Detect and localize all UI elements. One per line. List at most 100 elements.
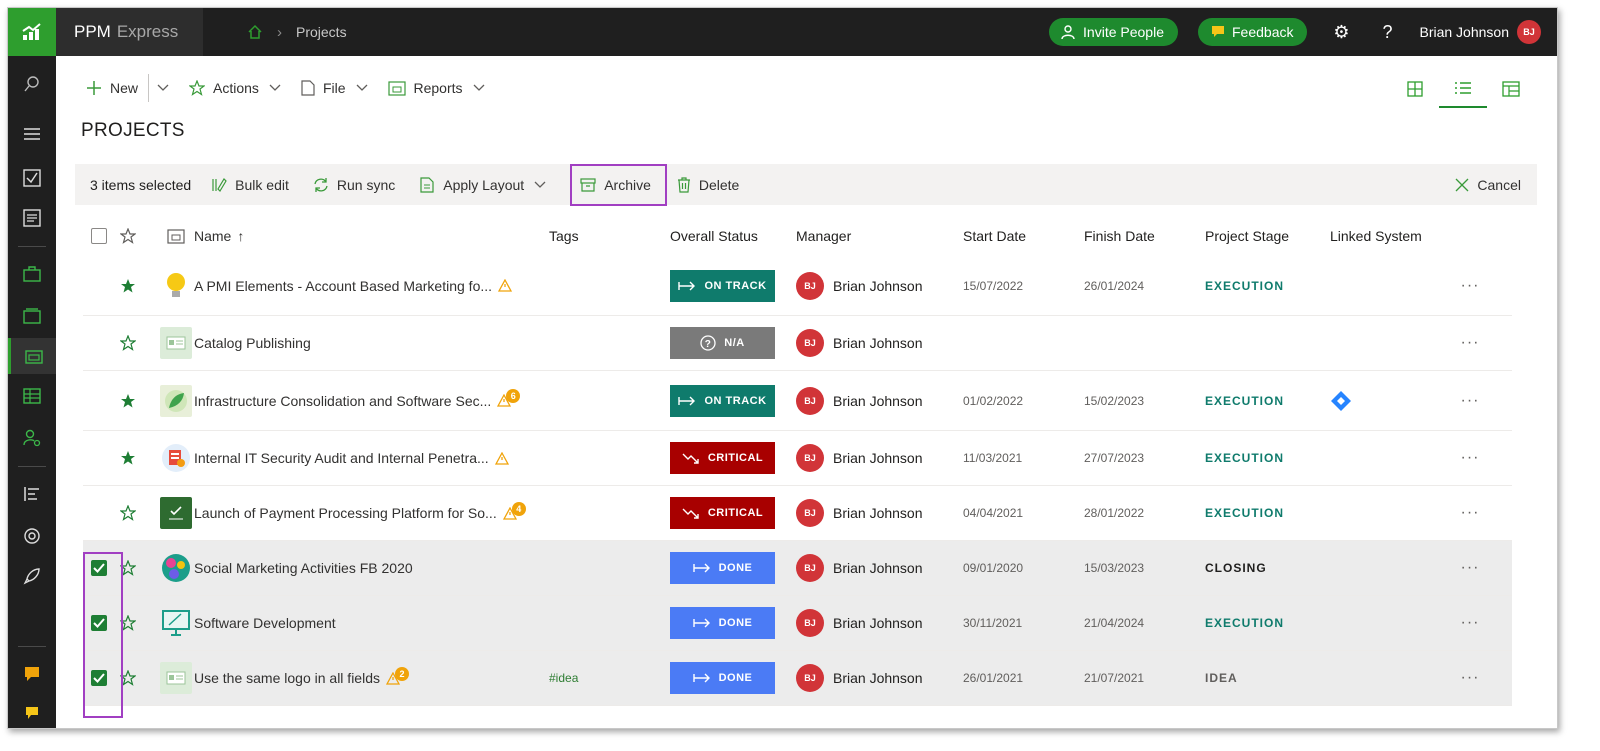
project-tag-link[interactable]: #idea <box>549 671 670 685</box>
chat-feedback-icon[interactable] <box>8 656 56 692</box>
portfolio-briefcase-icon[interactable] <box>8 256 56 292</box>
warning-icon[interactable]: 2 <box>386 666 409 685</box>
start-date: 09/01/2020 <box>963 561 1024 575</box>
favorite-star-filled-icon[interactable] <box>120 450 136 466</box>
warning-icon[interactable] <box>498 279 513 292</box>
reports-menu-button[interactable]: Reports <box>387 80 493 96</box>
user-name[interactable]: Brian Johnson <box>1419 24 1509 40</box>
warning-icon[interactable] <box>494 451 509 465</box>
table-row[interactable]: Launch of Payment Processing Platform fo… <box>83 486 1512 541</box>
settings-gear-icon[interactable]: ⚙ <box>1327 18 1355 46</box>
run-sync-button[interactable]: Run sync <box>313 164 395 205</box>
archive-label: Archive <box>604 176 651 193</box>
column-header-name[interactable]: Name ↑ <box>194 228 549 244</box>
favorite-header-star-icon[interactable] <box>120 228 136 244</box>
manager-name: Brian Johnson <box>833 615 923 631</box>
star-outline-icon <box>189 80 206 96</box>
add-person-icon <box>1061 25 1075 40</box>
bulk-edit-button[interactable]: Bulk edit <box>211 164 289 205</box>
apply-layout-button[interactable]: Apply Layout <box>419 164 554 205</box>
project-name[interactable]: Infrastructure Consolidation and Softwar… <box>194 393 491 409</box>
column-header-finish[interactable]: Finish Date <box>1084 228 1205 244</box>
more-actions-icon[interactable]: ··· <box>1450 449 1490 467</box>
help-icon[interactable]: ? <box>1373 18 1401 46</box>
user-settings-icon[interactable] <box>8 420 56 456</box>
column-header-manager[interactable]: Manager <box>796 228 963 244</box>
column-header-start[interactable]: Start Date <box>963 228 1084 244</box>
favorite-star-outline-icon[interactable] <box>120 335 136 351</box>
column-header-status[interactable]: Overall Status <box>670 228 796 244</box>
actions-menu-button[interactable]: Actions <box>189 80 289 96</box>
objectives-target-icon[interactable] <box>8 518 56 554</box>
project-name[interactable]: A PMI Elements - Account Based Marketing… <box>194 278 492 294</box>
favorite-star-filled-icon[interactable] <box>120 278 136 294</box>
selected-count: 3 items selected <box>90 176 192 193</box>
more-actions-icon[interactable]: ··· <box>1450 277 1490 295</box>
more-actions-icon[interactable]: ··· <box>1450 559 1490 577</box>
new-dropdown-button[interactable] <box>157 84 177 92</box>
table-row[interactable]: Catalog Publishing ? N/A BJ Brian Johnson … <box>83 316 1512 371</box>
rocket-icon[interactable] <box>8 558 56 594</box>
warning-icon[interactable]: 4 <box>502 501 526 520</box>
bulk-edit-label: Bulk edit <box>235 176 289 193</box>
menu-icon[interactable] <box>8 116 56 152</box>
trend-down-icon <box>682 508 699 519</box>
chevron-down-icon <box>157 84 169 91</box>
tile-view-button[interactable] <box>1391 70 1439 108</box>
project-name[interactable]: Internal IT Security Audit and Internal … <box>194 450 489 466</box>
project-name[interactable]: Use the same logo in all fields <box>194 670 380 686</box>
table-row[interactable]: Software Development DONE BJ Brian Johnso… <box>83 596 1512 651</box>
manager-name: Brian Johnson <box>833 392 923 409</box>
project-name[interactable]: Catalog Publishing <box>194 335 311 351</box>
file-menu-button[interactable]: File <box>301 80 376 96</box>
app-logo[interactable] <box>8 8 56 56</box>
table-row[interactable]: Use the same logo in all fields 2 #idea D… <box>83 651 1512 706</box>
project-name[interactable]: Launch of Payment Processing Platform fo… <box>194 505 497 521</box>
select-all-checkbox[interactable] <box>91 228 107 244</box>
table-row[interactable]: Internal IT Security Audit and Internal … <box>83 431 1512 486</box>
arrow-right-icon <box>678 281 696 290</box>
home-icon[interactable] <box>247 24 263 40</box>
project-name[interactable]: Software Development <box>194 615 336 631</box>
more-actions-icon[interactable]: ··· <box>1450 614 1490 632</box>
breadcrumb: › Projects <box>247 24 347 41</box>
reports-icon[interactable] <box>8 200 56 236</box>
search-icon[interactable] <box>8 66 56 102</box>
details-view-button[interactable] <box>1487 70 1535 108</box>
column-header-stage[interactable]: Project Stage <box>1205 228 1330 244</box>
column-header-tags[interactable]: Tags <box>549 228 670 244</box>
archive-button[interactable]: Archive <box>570 163 667 206</box>
warning-icon[interactable]: 6 <box>497 389 521 407</box>
jira-diamond-icon[interactable] <box>1330 390 1352 412</box>
project-name[interactable]: Social Marketing Activities FB 2020 <box>194 560 413 576</box>
manager-name: Brian Johnson <box>833 277 923 294</box>
programs-icon[interactable] <box>8 298 56 334</box>
table-row[interactable]: A PMI Elements - Account Based Marketing… <box>83 256 1512 316</box>
roadmap-icon[interactable] <box>8 476 56 512</box>
table-row[interactable]: Social Marketing Activities FB 2020 DONE… <box>83 541 1512 596</box>
flag-feedback-icon[interactable] <box>8 696 56 728</box>
tasks-checkbox-icon[interactable] <box>8 160 56 196</box>
favorite-star-outline-icon[interactable] <box>120 505 136 521</box>
invite-people-button[interactable]: Invite People <box>1049 18 1178 46</box>
favorite-star-filled-icon[interactable] <box>120 393 136 409</box>
manager-name: Brian Johnson <box>833 335 923 351</box>
finish-date: 26/01/2024 <box>1084 278 1145 293</box>
view-switcher <box>1391 70 1535 108</box>
avatar: BJ <box>796 609 824 637</box>
table-row[interactable]: Infrastructure Consolidation and Softwar… <box>83 371 1512 431</box>
projects-icon[interactable] <box>8 338 56 374</box>
user-avatar[interactable]: BJ <box>1517 20 1541 44</box>
more-actions-icon[interactable]: ··· <box>1450 669 1490 687</box>
new-button[interactable]: New <box>86 80 138 96</box>
more-actions-icon[interactable]: ··· <box>1450 504 1490 522</box>
more-actions-icon[interactable]: ··· <box>1450 392 1490 410</box>
feedback-button[interactable]: Feedback <box>1198 18 1308 46</box>
column-header-linked[interactable]: Linked System <box>1330 228 1450 244</box>
start-date: 01/02/2022 <box>963 393 1024 408</box>
more-actions-icon[interactable]: ··· <box>1450 334 1490 352</box>
delete-button[interactable]: Delete <box>677 164 739 205</box>
cancel-selection-button[interactable]: Cancel <box>1455 177 1521 193</box>
list-view-button[interactable] <box>1439 70 1487 108</box>
resources-table-icon[interactable] <box>8 378 56 414</box>
